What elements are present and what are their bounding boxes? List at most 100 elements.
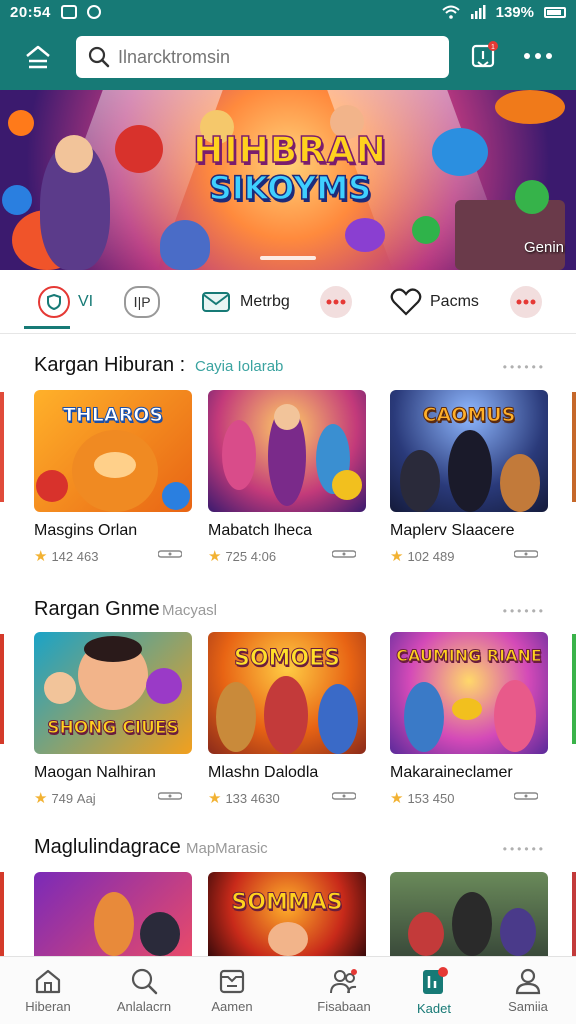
controller-icon	[514, 550, 538, 558]
game-thumbnail: SHONG CIUES	[34, 632, 192, 754]
rating-value: 133 4630	[225, 791, 280, 806]
nav-item-kadet[interactable]: Kadet	[386, 957, 482, 1024]
game-name: Makaraineclamer	[390, 764, 513, 781]
search-bar[interactable]	[76, 36, 449, 78]
candy-decoration	[2, 185, 32, 215]
game-rating: ★ 749 Ааj	[34, 789, 96, 807]
candy-decoration	[495, 90, 565, 124]
candy-decoration	[452, 698, 482, 720]
carousel-edge-left	[0, 872, 4, 956]
character-figure	[494, 680, 536, 752]
notifications-button[interactable]: 1	[466, 38, 502, 74]
hero-banner[interactable]: HIHBRAN SIKOYMS Genin	[0, 90, 576, 270]
game-thumbnail: SOMOES	[208, 632, 366, 754]
home-icon	[35, 969, 61, 994]
character-figure	[216, 682, 256, 752]
nav-label: Samiia	[508, 999, 548, 1014]
game-thumbnail	[390, 872, 548, 956]
section-title: Rargan Gnme	[34, 598, 160, 620]
tab-label: VI	[78, 293, 94, 310]
nav-label: Aamen	[211, 999, 253, 1014]
banner-caption: Genin	[523, 239, 564, 256]
status-time: 20:54	[10, 3, 51, 21]
game-name: Masgins Orlan	[34, 522, 138, 539]
character-figure	[264, 676, 308, 754]
rating-value: 102 489	[407, 549, 455, 564]
character-figure	[400, 450, 440, 512]
dots-badge-icon	[510, 286, 542, 318]
nav-item-anlalacrn[interactable]: Anlalacrn	[96, 957, 192, 1024]
game-thumbnail	[34, 872, 192, 956]
banner-title-line2: SIKOYMS	[208, 168, 372, 208]
candy-decoration	[36, 470, 68, 502]
nav-label: Fisabaan	[317, 999, 371, 1014]
star-icon: ★	[208, 790, 222, 807]
character-figure	[146, 668, 182, 704]
section-kargan-hiburan: Kargan Hiburan : Cayia Iolarab •••••• TH…	[0, 340, 576, 580]
rating-value: 749 Ааj	[51, 791, 96, 806]
people-icon	[330, 969, 357, 994]
character-face	[268, 922, 308, 956]
star-icon: ★	[34, 790, 48, 807]
battery-percent: 139%	[495, 3, 534, 21]
search-input[interactable]	[118, 46, 438, 68]
section-title: Maglulindagrace	[34, 836, 181, 858]
character-figure	[318, 684, 358, 754]
bell-badge-icon: 1	[471, 41, 498, 68]
banner-title-line1: HIHBRAN	[192, 129, 387, 172]
star-icon: ★	[208, 548, 222, 565]
home-button[interactable]	[0, 24, 76, 90]
candy-decoration	[115, 125, 163, 173]
candy-decoration	[162, 482, 190, 510]
carousel-edge-right	[572, 392, 576, 502]
carousel-edge-left	[0, 392, 4, 502]
envelope-icon	[200, 286, 232, 318]
nav-item-fisabaan[interactable]: Fisabaan	[296, 957, 392, 1024]
nav-item-aamen[interactable]: Aamen	[184, 957, 280, 1024]
bottom-navigation: Hiberan Anlalacrn Aamen Fisabaan Kadet S…	[0, 956, 576, 1024]
tab-more-2[interactable]	[510, 282, 542, 322]
shield-status-icon	[86, 5, 101, 19]
status-right: 139%	[441, 3, 566, 21]
carousel-edge-right	[572, 872, 576, 956]
tab-label: Metrbg	[240, 293, 290, 310]
character-figure	[140, 912, 180, 956]
section-subtitle[interactable]: Macyasl	[162, 602, 217, 619]
game-name: Maplerv Slaacere	[390, 522, 515, 539]
more-options-button[interactable]	[518, 38, 558, 74]
nav-item-samiia[interactable]: Samiia	[480, 957, 576, 1024]
nav-item-hiberan[interactable]: Hiberan	[0, 957, 96, 1024]
star-icon: ★	[34, 548, 48, 565]
tab-favorites[interactable]: Pacms	[390, 282, 479, 322]
controller-icon	[158, 550, 182, 558]
character-figure	[404, 682, 444, 752]
section-subtitle[interactable]: MapMarasic	[186, 840, 268, 857]
section-maglulindagrace: Maglulindagrace MapMarasic •••••• SOMMAS	[0, 824, 576, 956]
section-more-button[interactable]: ••••••	[503, 360, 546, 374]
character-face	[44, 672, 76, 704]
controller-icon	[514, 792, 538, 800]
wifi-icon	[441, 5, 460, 19]
inbox-icon	[219, 969, 245, 994]
character-face	[55, 135, 93, 173]
tab-more-1[interactable]	[320, 282, 352, 322]
star-icon: ★	[390, 790, 404, 807]
character-figure	[500, 454, 540, 512]
more-dots-icon	[524, 53, 552, 59]
tab-pill[interactable]: Ⅰ|P	[124, 282, 160, 322]
section-subtitle[interactable]: Cayia Iolarab	[195, 358, 283, 375]
pill-icon: Ⅰ|P	[124, 286, 160, 318]
rating-value: 153 450	[407, 791, 455, 806]
category-tabs: VI Ⅰ|P Metrbg Pacms	[0, 270, 576, 334]
tab-messages[interactable]: Metrbg	[200, 282, 290, 322]
carousel-indicator	[260, 256, 316, 260]
nav-label: Anlalacrn	[116, 999, 172, 1014]
controller-icon	[158, 792, 182, 800]
section-more-button[interactable]: ••••••	[503, 604, 546, 618]
shield-icon	[38, 286, 70, 318]
battery-icon	[544, 6, 566, 18]
tab-vi[interactable]: VI	[38, 282, 93, 322]
game-thumbnail	[208, 390, 366, 512]
character-figure	[222, 420, 256, 490]
section-more-button[interactable]: ••••••	[503, 842, 546, 856]
